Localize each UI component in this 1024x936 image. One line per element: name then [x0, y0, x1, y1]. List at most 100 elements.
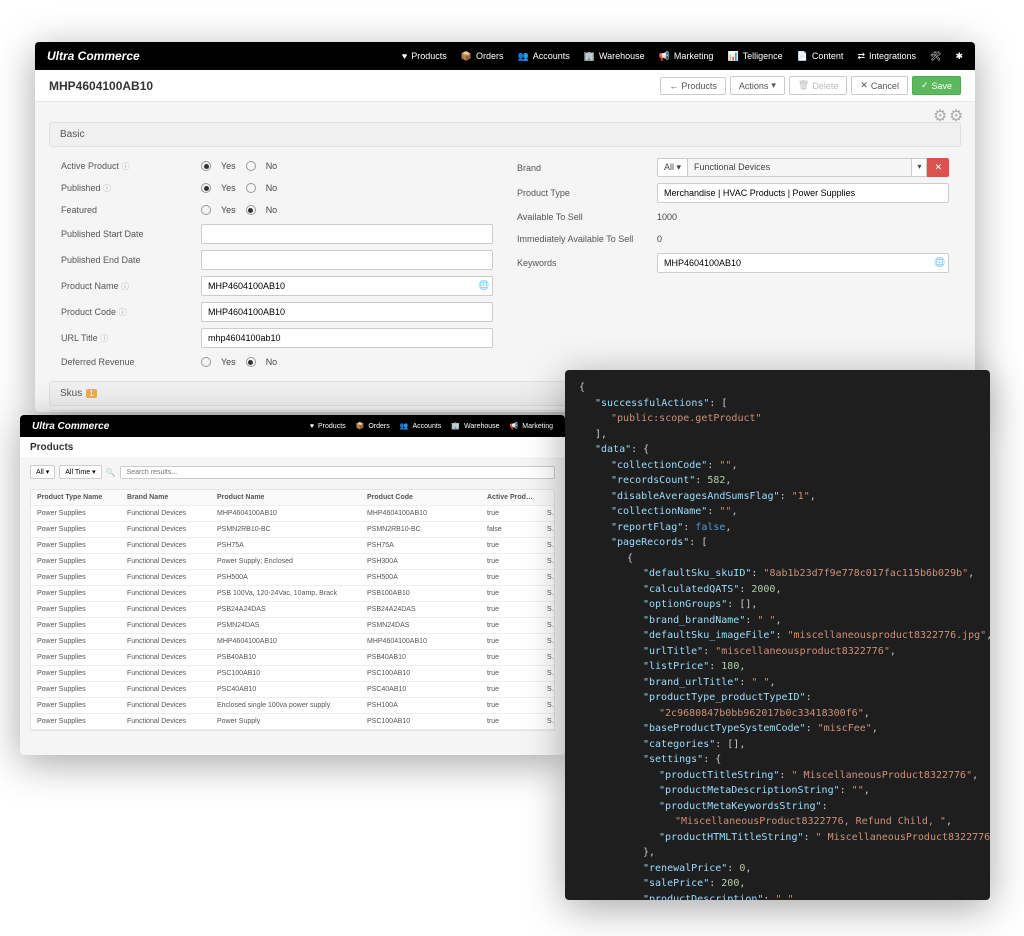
- col-active[interactable]: Active Product: [481, 490, 541, 505]
- table-row[interactable]: Power SuppliesFunctional DevicesPower Su…: [31, 554, 554, 570]
- basic-section-header[interactable]: Basic: [49, 122, 961, 147]
- search-icon: 🔍: [106, 468, 116, 477]
- product-form: Active Product ⓘYesNo Published ⓘYesNo F…: [35, 151, 975, 377]
- table-row[interactable]: Power SuppliesFunctional DevicesPSMN24DA…: [31, 618, 554, 634]
- nav-accounts[interactable]: 👥 Accounts: [518, 51, 570, 62]
- deferred-yes-radio[interactable]: [201, 357, 211, 367]
- page-title: MHP4604100AB10: [49, 79, 660, 93]
- brand-all-dropdown[interactable]: All ▾: [657, 158, 688, 177]
- keywords-label: Keywords: [517, 258, 657, 268]
- featured-label: Featured: [61, 205, 201, 215]
- brand-logo: Ultra Commerce: [47, 49, 402, 63]
- nav-tools-icon[interactable]: 🛠: [930, 51, 941, 62]
- productcode-label: Product Code ⓘ: [61, 307, 201, 318]
- col-brand[interactable]: Brand Name: [121, 490, 211, 505]
- pubend-input[interactable]: [201, 250, 493, 270]
- published-yes-radio[interactable]: [201, 183, 211, 193]
- topbar: Ultra Commerce ♥ Products 📦 Orders 👥 Acc…: [35, 42, 975, 70]
- pubstart-label: Published Start Date: [61, 229, 201, 239]
- nav-marketing[interactable]: 📢 Marketing: [510, 422, 553, 430]
- table-row[interactable]: Power SuppliesFunctional DevicesPSB40AB1…: [31, 650, 554, 666]
- nav-marketing[interactable]: 📢 Marketing: [659, 51, 714, 62]
- page-header: MHP4604100AB10 ← Products Actions ▾ 🗑 De…: [35, 70, 975, 102]
- nav-warehouse[interactable]: 🏢 Warehouse: [584, 51, 645, 62]
- product-type-select[interactable]: [657, 183, 949, 203]
- nav-integrations[interactable]: ⇄ Integrations: [857, 51, 916, 62]
- table-row[interactable]: Power SuppliesFunctional DevicesPSMN2RB1…: [31, 522, 554, 538]
- iavail-label: Immediately Available To Sell: [517, 234, 657, 244]
- search-input[interactable]: [120, 466, 555, 479]
- nav-orders[interactable]: 📦 Orders: [461, 51, 504, 62]
- nav-products[interactable]: ♥ Products: [310, 422, 346, 430]
- form-left-col: Active Product ⓘYesNo Published ⓘYesNo F…: [49, 151, 505, 377]
- active-no-radio[interactable]: [246, 161, 256, 171]
- productname-input[interactable]: [201, 276, 493, 296]
- brand-logo: Ultra Commerce: [32, 421, 310, 432]
- main-nav: ♥ Products 📦 Orders 👥 Accounts 🏢 Warehou…: [402, 51, 963, 62]
- productname-label: Product Name ⓘ: [61, 281, 201, 292]
- list-title: Products: [20, 437, 565, 459]
- skus-count-badge: 1: [86, 389, 96, 398]
- api-response-panel: { "successfulActions": [ "public:scope.g…: [565, 370, 990, 900]
- table-row[interactable]: Power SuppliesFunctional DevicesMHP46041…: [31, 634, 554, 650]
- table-row[interactable]: Power SuppliesFunctional DevicesPSB24A24…: [31, 602, 554, 618]
- back-products-button[interactable]: ← Products: [660, 77, 726, 95]
- active-product-label: Active Product ⓘ: [61, 161, 201, 172]
- urltitle-label: URL Title ⓘ: [61, 333, 201, 344]
- cancel-button[interactable]: ✕ Cancel: [851, 76, 908, 95]
- globe-icon[interactable]: 🌐: [934, 257, 945, 268]
- nav-telligence[interactable]: 📊 Telligence: [727, 51, 782, 62]
- keywords-input[interactable]: [657, 253, 949, 273]
- actions-dropdown[interactable]: Actions ▾: [730, 76, 785, 95]
- brand-input[interactable]: Functional Devices: [688, 158, 912, 177]
- featured-yes-radio[interactable]: [201, 205, 211, 215]
- col-actions: [541, 490, 554, 505]
- settings-icon[interactable]: ⚙: [933, 106, 945, 118]
- save-button[interactable]: ✓ Save: [912, 76, 961, 95]
- table-header-row: Product Type Name Brand Name Product Nam…: [31, 490, 554, 506]
- featured-no-radio[interactable]: [246, 205, 256, 215]
- published-label: Published ⓘ: [61, 183, 201, 194]
- nav-accounts[interactable]: 👥 Accounts: [400, 422, 442, 430]
- brand-label: Brand: [517, 163, 657, 173]
- nav-warehouse[interactable]: 🏢 Warehouse: [451, 422, 499, 430]
- form-right-col: Brand All ▾ Functional Devices ▾ ✕ Produ…: [505, 151, 961, 377]
- nav-orders[interactable]: 📦 Orders: [356, 422, 390, 430]
- pubstart-input[interactable]: [201, 224, 493, 244]
- published-no-radio[interactable]: [246, 183, 256, 193]
- delete-button[interactable]: 🗑 Delete: [789, 76, 847, 95]
- productcode-input[interactable]: [201, 302, 493, 322]
- filter-all-dropdown[interactable]: All ▾: [30, 465, 55, 479]
- col-name[interactable]: Product Name: [211, 490, 361, 505]
- nav-products[interactable]: ♥ Products: [402, 51, 447, 62]
- urltitle-input[interactable]: [201, 328, 493, 348]
- table-row[interactable]: Power SuppliesFunctional DevicesPSC40AB1…: [31, 682, 554, 698]
- table-row[interactable]: Power SuppliesFunctional DevicesPSC100AB…: [31, 666, 554, 682]
- ptype-label: Product Type: [517, 188, 657, 198]
- table-row[interactable]: Power SuppliesFunctional DevicesEnclosed…: [31, 698, 554, 714]
- brand-remove-button[interactable]: ✕: [927, 158, 949, 177]
- settings2-icon[interactable]: ⚙: [949, 106, 961, 118]
- product-edit-window: Ultra Commerce ♥ Products 📦 Orders 👥 Acc…: [35, 42, 975, 412]
- globe-icon[interactable]: 🌐: [478, 280, 489, 291]
- table-row[interactable]: Power SuppliesFunctional DevicesPSH500AP…: [31, 570, 554, 586]
- table-row[interactable]: Power SuppliesFunctional DevicesPSH75APS…: [31, 538, 554, 554]
- deferred-no-radio[interactable]: [246, 357, 256, 367]
- col-code[interactable]: Product Code: [361, 490, 481, 505]
- brand-chevron-icon[interactable]: ▾: [912, 158, 927, 177]
- active-yes-radio[interactable]: [201, 161, 211, 171]
- json-code: { "successfulActions": [ "public:scope.g…: [579, 380, 976, 900]
- table-row[interactable]: Power SuppliesFunctional DevicesPower Su…: [31, 714, 554, 730]
- nav-content[interactable]: 📄 Content: [797, 51, 844, 62]
- avail-label: Available To Sell: [517, 212, 657, 222]
- table-row[interactable]: Power SuppliesFunctional DevicesMHP46041…: [31, 506, 554, 522]
- products-list-window: Ultra Commerce ♥ Products 📦 Orders 👥 Acc…: [20, 415, 565, 755]
- filter-alltime-dropdown[interactable]: All Time ▾: [59, 465, 101, 479]
- table-row[interactable]: Power SuppliesFunctional DevicesPSB 100V…: [31, 586, 554, 602]
- avail-value: 1000: [657, 212, 949, 222]
- pubend-label: Published End Date: [61, 255, 201, 265]
- col-type[interactable]: Product Type Name: [31, 490, 121, 505]
- list-filters: All ▾ All Time ▾ 🔍: [20, 459, 565, 485]
- topbar2: Ultra Commerce ♥ Products 📦 Orders 👥 Acc…: [20, 415, 565, 437]
- nav-settings-icon[interactable]: ✱: [955, 51, 963, 62]
